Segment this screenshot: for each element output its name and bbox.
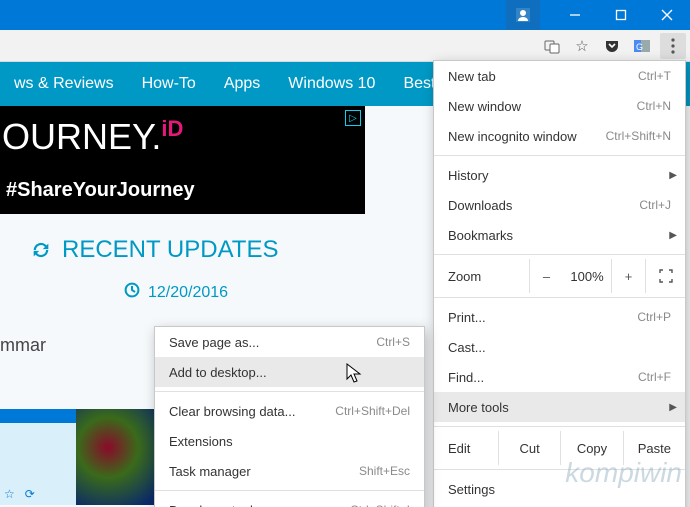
nav-windows10[interactable]: Windows 10 xyxy=(274,62,389,106)
zoom-in-button[interactable]: + xyxy=(611,259,645,293)
submenu-add-to-desktop[interactable]: Add to desktop... xyxy=(155,357,424,387)
menu-new-incognito[interactable]: New incognito windowCtrl+Shift+N xyxy=(434,121,685,151)
submenu-clear-browsing-data[interactable]: Clear browsing data...Ctrl+Shift+Del xyxy=(155,396,424,426)
chevron-right-icon: ▶ xyxy=(669,402,677,413)
menu-more-tools[interactable]: More tools▶ xyxy=(434,392,685,422)
submenu-task-manager[interactable]: Task managerShift+Esc xyxy=(155,456,424,486)
nav-reviews[interactable]: ws & Reviews xyxy=(0,62,128,106)
edit-paste-button[interactable]: Paste xyxy=(623,431,685,465)
menu-zoom-row: Zoom – 100% + xyxy=(434,259,685,293)
menu-settings[interactable]: Settings xyxy=(434,474,685,504)
menu-print[interactable]: Print...Ctrl+P xyxy=(434,302,685,332)
chrome-main-menu: New tabCtrl+T New windowCtrl+N New incog… xyxy=(433,60,686,507)
browser-toolbar: ☆ G xyxy=(0,30,690,62)
adchoices-icon[interactable]: ▷ xyxy=(345,110,361,126)
banner-hashtag: #ShareYourJourney xyxy=(6,179,195,202)
menu-history[interactable]: History▶ xyxy=(434,160,685,190)
zoom-label: Zoom xyxy=(448,269,529,284)
edit-cut-button[interactable]: Cut xyxy=(498,431,560,465)
clock-icon xyxy=(124,282,140,303)
close-button[interactable] xyxy=(644,0,690,30)
window-titlebar xyxy=(0,0,690,30)
chevron-right-icon: ▶ xyxy=(669,230,677,241)
banner-journey: JOURNEY. xyxy=(0,116,161,157)
zoom-value: 100% xyxy=(563,269,611,284)
fullscreen-button[interactable] xyxy=(645,259,685,293)
menu-find[interactable]: Find...Ctrl+F xyxy=(434,362,685,392)
date-value: 12/20/2016 xyxy=(148,284,228,302)
pocket-icon[interactable] xyxy=(600,34,624,58)
refresh-icon xyxy=(30,239,52,261)
nav-howto[interactable]: How-To xyxy=(128,62,210,106)
translate-page-icon[interactable] xyxy=(540,34,564,58)
menu-new-window[interactable]: New windowCtrl+N xyxy=(434,91,685,121)
recent-updates-title: RECENT UPDATES xyxy=(62,236,278,264)
menu-cast[interactable]: Cast... xyxy=(434,332,685,362)
zoom-out-button[interactable]: – xyxy=(529,259,563,293)
menu-new-tab[interactable]: New tabCtrl+T xyxy=(434,61,685,91)
svg-text:G: G xyxy=(636,42,643,52)
submenu-save-page[interactable]: Save page as...Ctrl+S xyxy=(155,327,424,357)
maximize-button[interactable] xyxy=(598,0,644,30)
more-tools-submenu: Save page as...Ctrl+S Add to desktop... … xyxy=(154,326,425,507)
chrome-menu-button[interactable] xyxy=(660,33,686,59)
nav-apps[interactable]: Apps xyxy=(210,62,274,106)
google-translate-icon[interactable]: G xyxy=(630,34,654,58)
thumbnail-preview: ☆ ⟳ xyxy=(0,409,156,505)
ad-banner[interactable]: MYJOURNEY.iD #ShareYourJourney ▷ xyxy=(0,106,365,214)
submenu-extensions[interactable]: Extensions xyxy=(155,426,424,456)
bookmark-star-icon[interactable]: ☆ xyxy=(570,34,594,58)
menu-bookmarks[interactable]: Bookmarks▶ xyxy=(434,220,685,250)
banner-id: iD xyxy=(161,116,183,141)
chevron-right-icon: ▶ xyxy=(669,170,677,181)
edit-copy-button[interactable]: Copy xyxy=(560,431,622,465)
edit-label: Edit xyxy=(434,441,498,456)
profile-button[interactable] xyxy=(506,0,540,30)
menu-edit-row: Edit Cut Copy Paste xyxy=(434,431,685,465)
minimize-button[interactable] xyxy=(552,0,598,30)
menu-downloads[interactable]: DownloadsCtrl+J xyxy=(434,190,685,220)
submenu-developer-tools[interactable]: Developer toolsCtrl+Shift+I xyxy=(155,495,424,507)
